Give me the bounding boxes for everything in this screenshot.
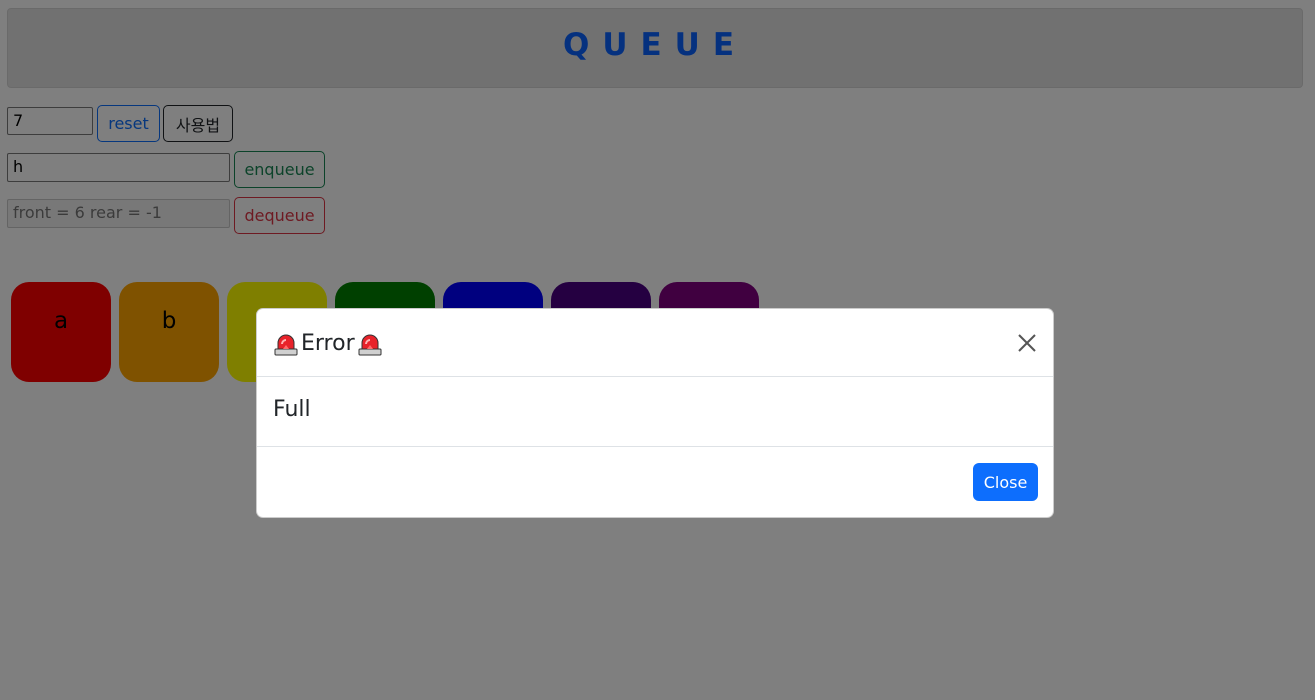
close-button[interactable]: Close [973, 463, 1038, 501]
modal-title: Error [273, 331, 383, 356]
modal-title-text: Error [301, 331, 355, 356]
modal-header: Error [257, 309, 1053, 377]
close-icon[interactable] [1015, 331, 1039, 355]
error-modal: Error Full Close [256, 308, 1054, 518]
modal-footer: Close [257, 447, 1053, 517]
siren-icon [274, 334, 298, 355]
modal-message: Full [273, 397, 311, 422]
modal-body: Full [257, 377, 1053, 447]
siren-icon [358, 334, 382, 355]
